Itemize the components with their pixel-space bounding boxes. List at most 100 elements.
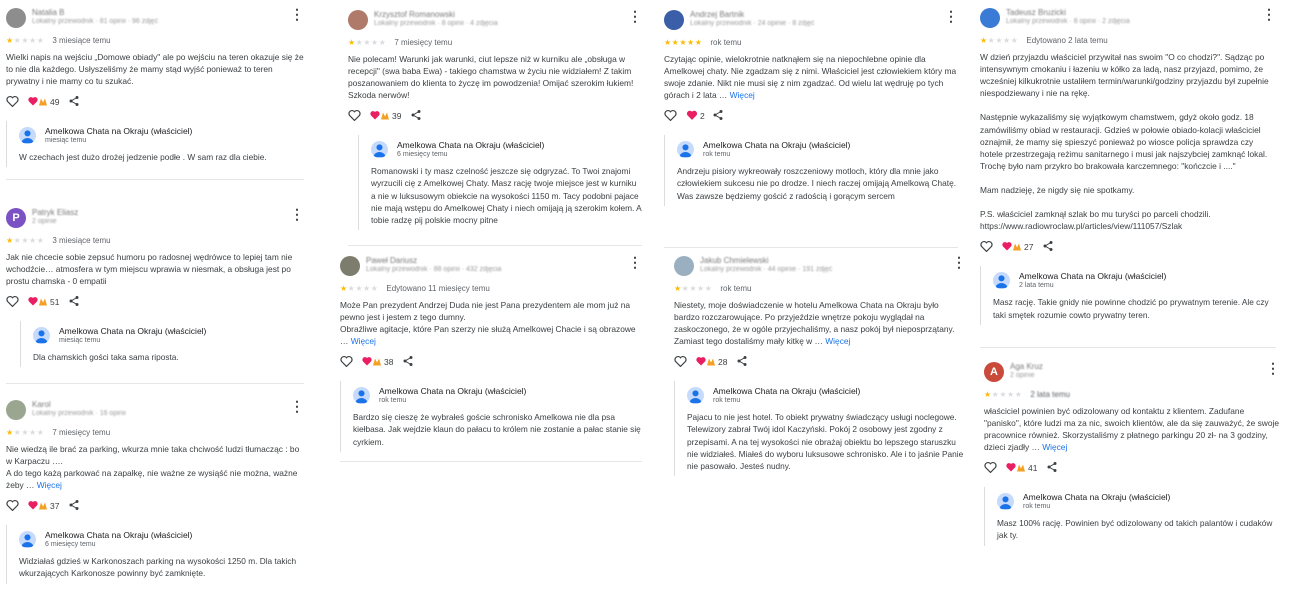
reviewer-name[interactable]: Paweł Dariusz <box>366 256 417 265</box>
owner-reply: Amelkowa Chata na Okraju (właściciel) ro… <box>984 487 1280 546</box>
share-icon[interactable] <box>68 95 80 109</box>
reviewer-name[interactable]: Patryk Eliasz <box>32 208 78 217</box>
review-card: Jakub Chmielewski Lokalny przewodnik · 4… <box>674 255 966 486</box>
review-card: Paweł Dariusz Lokalny przewodnik · 88 op… <box>340 255 642 462</box>
star-rating: ★★★★★ <box>340 284 379 293</box>
reaction-count: 41 <box>1028 463 1038 474</box>
reviewer-avatar[interactable] <box>664 10 684 30</box>
share-icon[interactable] <box>68 499 80 513</box>
share-icon[interactable] <box>68 295 80 309</box>
heart-and-hands-reactions-icon[interactable] <box>362 355 382 369</box>
more-link[interactable]: Więcej <box>730 90 755 100</box>
star-rating: ★★★★★ <box>980 36 1019 45</box>
reviewer-name[interactable]: Aga Kruz <box>1010 362 1043 371</box>
reviewer-name[interactable]: Karol <box>32 400 51 409</box>
owner-name[interactable]: Amelkowa Chata na Okraju (właściciel) <box>713 386 860 396</box>
reviewer-avatar[interactable] <box>348 10 368 30</box>
heart-and-hands-reactions-icon[interactable] <box>370 109 390 123</box>
reply-date: rok temu <box>1023 503 1051 511</box>
reply-date: miesiąc temu <box>45 137 87 145</box>
owner-name[interactable]: Amelkowa Chata na Okraju (właściciel) <box>1023 492 1170 502</box>
reaction-count: 51 <box>50 297 60 308</box>
share-icon[interactable] <box>712 109 724 123</box>
reviewer-name[interactable]: Krzysztof Romanowski <box>374 10 455 19</box>
reviewer-name[interactable]: Tadeusz Bruzicki <box>1006 8 1066 17</box>
reviewer-avatar[interactable]: P <box>6 208 26 228</box>
reaction-count: 38 <box>384 357 394 368</box>
share-icon[interactable] <box>1046 461 1058 475</box>
reviewer-meta: Lokalny przewodnik · 8 opinii · 4 zdjęci… <box>374 20 498 27</box>
more-link[interactable]: Więcej <box>1042 442 1067 452</box>
heart-outline-icon[interactable] <box>6 499 19 513</box>
heart-reaction-icon[interactable] <box>686 109 698 123</box>
more-link[interactable]: Więcej <box>37 480 62 490</box>
review-text: W dzień przyjazdu właściciel przywitał n… <box>980 52 1269 232</box>
owner-avatar-icon <box>997 493 1014 511</box>
heart-outline-icon[interactable] <box>984 461 997 475</box>
owner-reply: Amelkowa Chata na Okraju (właściciel) 6 … <box>358 135 642 230</box>
reply-text: Masz rację. Takie gnidy nie powinne chod… <box>993 297 1269 320</box>
more-vert-icon[interactable]: ⋮ <box>952 255 966 269</box>
more-vert-icon[interactable]: ⋮ <box>1262 7 1276 21</box>
owner-name[interactable]: Amelkowa Chata na Okraju (właściciel) <box>1019 271 1166 281</box>
review-card: Andrzej Bartnik Lokalny przewodnik · 24 … <box>664 9 958 248</box>
more-vert-icon[interactable]: ⋮ <box>628 255 642 269</box>
heart-and-hands-reactions-icon[interactable] <box>28 499 48 513</box>
reviewer-avatar[interactable]: A <box>984 362 1004 382</box>
owner-name[interactable]: Amelkowa Chata na Okraju (właściciel) <box>59 326 206 336</box>
star-rating: ★★★★★ <box>6 36 45 45</box>
review-date: 3 miesiące temu <box>52 236 111 245</box>
review-card: Tadeusz Bruzicki Lokalny przewodnik · 8 … <box>980 7 1276 348</box>
review-text: Jak nie chcecie sobie zepsuć humoru po r… <box>6 252 293 287</box>
owner-name[interactable]: Amelkowa Chata na Okraju (właściciel) <box>45 126 192 136</box>
star-rating: ★★★★★ <box>348 38 387 47</box>
reviewer-name[interactable]: Natalia B <box>32 8 64 17</box>
more-vert-icon[interactable]: ⋮ <box>1266 361 1280 375</box>
reviewer-name[interactable]: Andrzej Bartnik <box>690 10 744 19</box>
share-icon[interactable] <box>1042 240 1054 254</box>
heart-outline-icon[interactable] <box>664 109 677 123</box>
more-vert-icon[interactable]: ⋮ <box>290 207 304 221</box>
review-text: właściciel powinien być odizolowany od k… <box>984 406 1280 453</box>
reply-text: Pajacu to nie jest hotel. To obiekt pryw… <box>687 412 964 471</box>
reaction-count: 49 <box>50 97 60 108</box>
heart-outline-icon[interactable] <box>6 295 19 309</box>
reviewer-avatar[interactable] <box>6 400 26 420</box>
heart-outline-icon[interactable] <box>980 240 993 254</box>
heart-and-hands-reactions-icon[interactable] <box>28 295 48 309</box>
heart-and-hands-reactions-icon[interactable] <box>28 95 48 109</box>
more-link[interactable]: Więcej <box>351 336 376 346</box>
star-rating: ★★★★★ <box>664 38 703 47</box>
more-link[interactable]: Więcej <box>825 336 850 346</box>
reviewer-meta: 2 opinie <box>32 218 57 225</box>
share-icon[interactable] <box>410 109 422 123</box>
owner-avatar-icon <box>687 387 704 405</box>
owner-name[interactable]: Amelkowa Chata na Okraju (właściciel) <box>397 140 544 150</box>
reviewer-avatar[interactable] <box>674 256 694 276</box>
owner-avatar-icon <box>19 531 36 549</box>
heart-outline-icon[interactable] <box>348 109 361 123</box>
reviewer-avatar[interactable] <box>6 8 26 28</box>
heart-outline-icon[interactable] <box>6 95 19 109</box>
reaction-count: 27 <box>1024 242 1034 253</box>
more-vert-icon[interactable]: ⋮ <box>290 399 304 413</box>
more-vert-icon[interactable]: ⋮ <box>944 9 958 23</box>
star-rating: ★★★★★ <box>6 428 45 437</box>
heart-outline-icon[interactable] <box>340 355 353 369</box>
heart-and-hands-reactions-icon[interactable] <box>1002 240 1022 254</box>
heart-and-hands-reactions-icon[interactable] <box>696 355 716 369</box>
reply-text: Romanowski i ty masz czelność jeszcze si… <box>371 166 642 225</box>
share-icon[interactable] <box>736 355 748 369</box>
share-icon[interactable] <box>402 355 414 369</box>
owner-reply: Amelkowa Chata na Okraju (właściciel) mi… <box>6 121 304 168</box>
more-vert-icon[interactable]: ⋮ <box>290 7 304 21</box>
reviewer-avatar[interactable] <box>980 8 1000 28</box>
heart-and-hands-reactions-icon[interactable] <box>1006 461 1026 475</box>
more-vert-icon[interactable]: ⋮ <box>628 9 642 23</box>
reviewer-name[interactable]: Jakub Chmielewski <box>700 256 768 265</box>
owner-name[interactable]: Amelkowa Chata na Okraju (właściciel) <box>703 140 850 150</box>
reviewer-avatar[interactable] <box>340 256 360 276</box>
owner-name[interactable]: Amelkowa Chata na Okraju (właściciel) <box>45 530 192 540</box>
heart-outline-icon[interactable] <box>674 355 687 369</box>
owner-name[interactable]: Amelkowa Chata na Okraju (właściciel) <box>379 386 526 396</box>
